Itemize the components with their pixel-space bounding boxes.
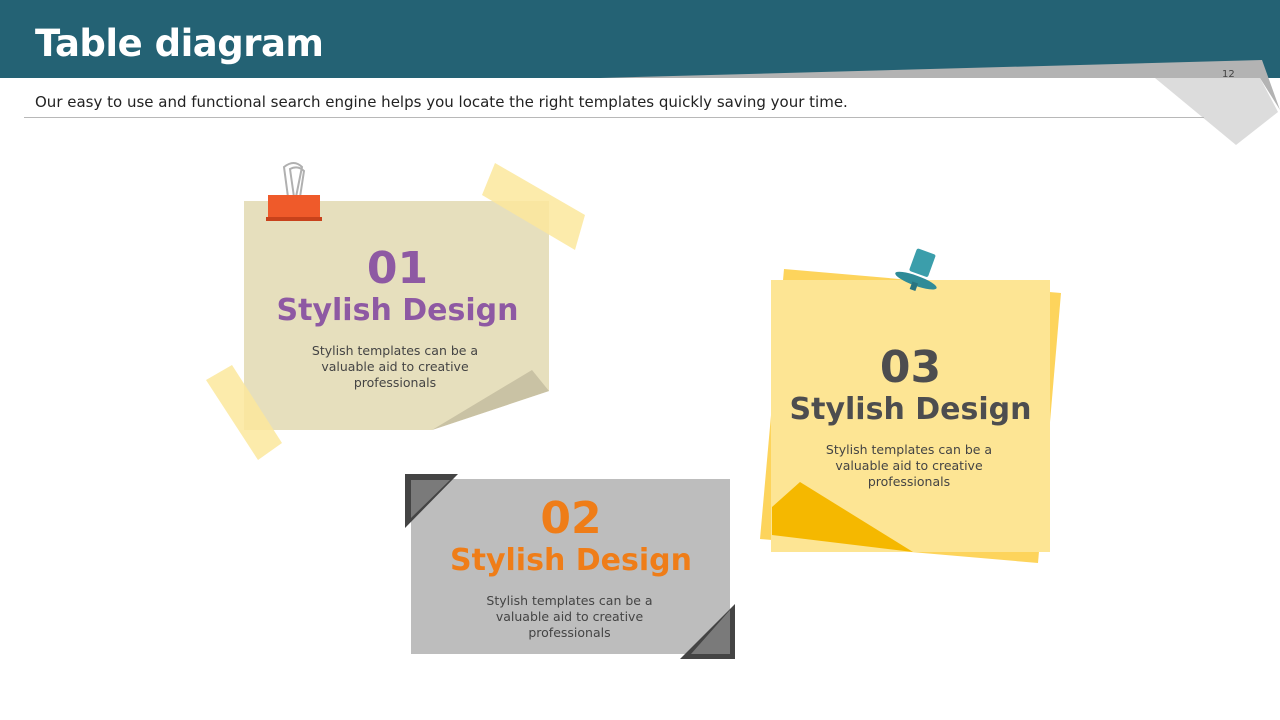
card-01-content: 01 Stylish Design Stylish templates can … [245, 245, 550, 391]
card-02-body-line: valuable aid to creative [495, 609, 644, 624]
page-title: Table diagram [35, 22, 324, 65]
card-02-body: Stylish templates can be a valuable aid … [409, 593, 730, 641]
card-03-body: Stylish templates can be a valuable aid … [768, 442, 1050, 490]
card-02-content: 02 Stylish Design Stylish templates can … [412, 495, 730, 641]
page-subtitle: Our easy to use and functional search en… [35, 93, 848, 111]
binder-clip-icon [266, 162, 322, 221]
card-02-body-line: Stylish templates can be a [486, 593, 653, 608]
card-02-heading: Stylish Design [450, 543, 692, 578]
card-02-number: 02 [540, 493, 602, 544]
card-03-body-line: valuable aid to creative [835, 458, 983, 473]
card-03-body-line: professionals [867, 474, 951, 489]
card-01-body-line: valuable aid to creative [321, 359, 469, 374]
card-02-body-line: professionals [528, 625, 611, 640]
card-03-number: 03 [879, 342, 942, 393]
card-01-body-line: professionals [353, 375, 437, 390]
card-01-body-line: Stylish templates can be a [311, 343, 479, 358]
card-01-body: Stylish templates can be a valuable aid … [240, 343, 550, 391]
card-03-content: 03 Stylish Design Stylish templates can … [771, 344, 1050, 490]
card-03-body-line: Stylish templates can be a [825, 442, 993, 457]
page-number: 12 [1222, 69, 1235, 80]
header-divider [24, 117, 1204, 118]
card-01-number: 01 [366, 243, 429, 294]
card-03-heading: Stylish Design [789, 392, 1032, 427]
card-01-heading: Stylish Design [276, 293, 519, 328]
